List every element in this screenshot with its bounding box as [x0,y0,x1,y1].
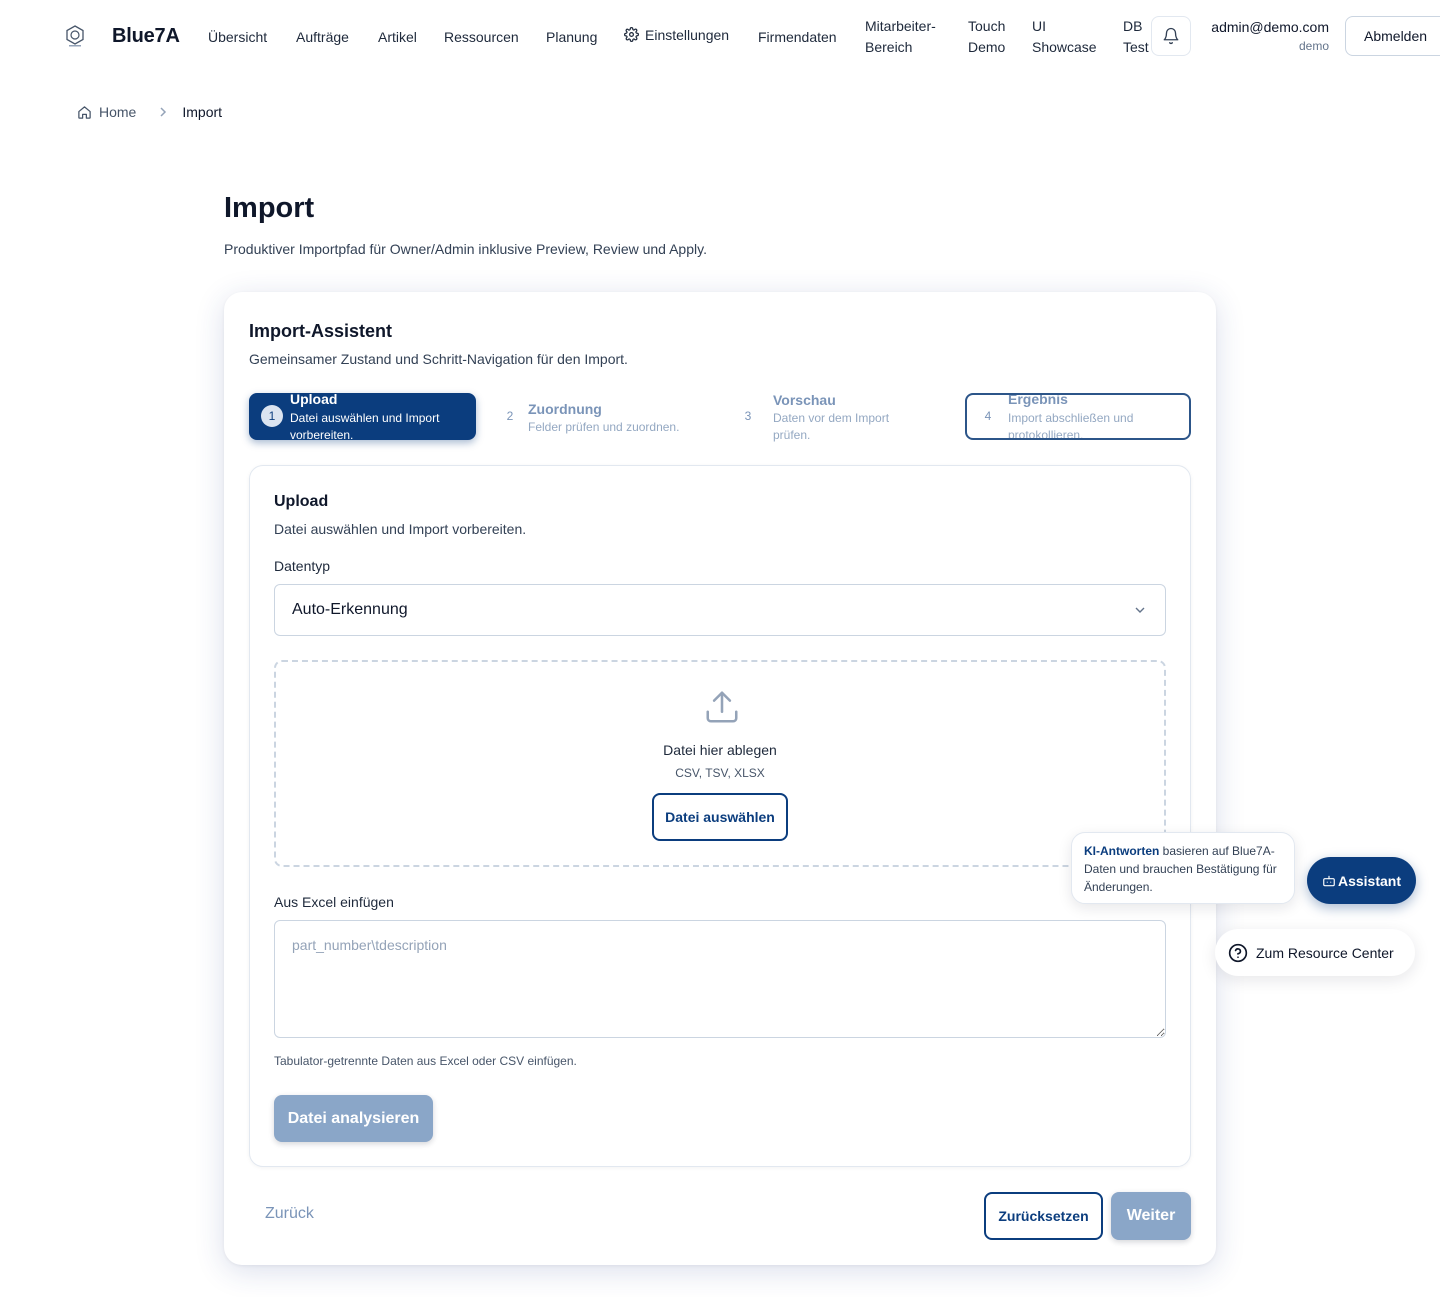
upload-subtitle: Datei auswählen und Import vorbereiten. [274,521,527,537]
bell-icon [1163,27,1179,45]
datatype-label: Datentyp [274,558,331,574]
assistant-button-label: Assistant [1337,872,1402,889]
bot-icon [1323,875,1335,886]
nav-touch-line1: Touch [968,18,1006,34]
wizard-title: Import-Assistent [249,321,393,341]
step-number: 4 [984,409,992,423]
dropzone-text: Datei hier ablegen [663,742,777,758]
nav-touch-line2: Demo [968,39,1006,55]
back-button[interactable]: Zurück [265,1205,314,1223]
step-desc: Daten vor dem Import prüfen. [773,411,890,442]
analyze-file-button[interactable]: Datei analysieren [274,1095,433,1142]
step-title: Upload [290,393,338,407]
excel-paste-textarea[interactable] [274,920,1166,1038]
assistant-button[interactable]: Assistant [1307,857,1416,904]
next-button[interactable]: Weiter [1111,1192,1191,1240]
logo-icon[interactable] [64,24,86,48]
step-desc: Datei auswählen und Import vorbereiten. [290,411,440,440]
datatype-select-value: Auto-Erkennung [292,601,408,618]
datatype-select[interactable]: Auto-Erkennung [274,584,1166,636]
step-number: 1 [261,405,283,427]
breadcrumb-home-label: Home [99,104,137,120]
file-dropzone[interactable]: Datei hier ablegen CSV, TSV, XLSX Datei … [274,660,1166,867]
step-zuordnung[interactable]: 2 Zuordnung Felder prüfen und zuordnen. [487,393,714,440]
breadcrumb-current: Import [182,104,223,120]
help-circle-icon [1228,943,1248,962]
nav-planung[interactable]: Planung [546,27,597,48]
nav-einstellungen-label: Einstellungen [645,27,730,43]
resource-center-button[interactable]: Zum Resource Center [1215,929,1415,976]
upload-icon [706,691,738,723]
dropzone-filetypes: CSV, TSV, XLSX [675,766,765,780]
nav-ui-line1: UI [1032,18,1046,34]
home-icon [78,105,91,119]
gear-icon [624,27,639,42]
step-title: Vorschau [773,393,836,408]
user-email: admin@demo.com [1211,19,1329,35]
import-wizard-card: Import-Assistent Gemeinsamer Zustand und… [224,292,1216,1265]
nav-ui-showcase[interactable]: UI Showcase [1032,16,1097,58]
step-upload[interactable]: 1 Upload Datei auswählen und Import vorb… [249,393,476,440]
user-role: demo [1298,39,1329,53]
nav-touch-demo[interactable]: Touch Demo [968,16,1005,58]
page-title: Import [224,192,315,224]
nav-firmendaten[interactable]: Firmendaten [758,27,837,48]
notifications-button[interactable] [1151,16,1191,56]
wizard-subtitle: Gemeinsamer Zustand und Schritt-Navigati… [249,351,628,367]
chevron-down-icon [1135,607,1145,613]
step-ergebnis[interactable]: 4 Ergebnis Import abschließen und protok… [965,393,1191,440]
nav-db-line2: Test [1123,39,1149,55]
nav-mitarbeiter-line2: Bereich [865,39,913,55]
resource-center-label: Zum Resource Center [1256,944,1394,961]
upload-title: Upload [274,493,329,510]
breadcrumb: Home Import [77,104,222,120]
ai-disclaimer-bold: KI-Antworten [1084,844,1160,858]
nav-einstellungen[interactable]: Einstellungen [624,25,729,46]
page-subtitle: Produktiver Importpfad für Owner/Admin i… [224,241,707,257]
chevron-right-icon [158,106,168,118]
ai-disclaimer-bubble: KI-Antworten basieren auf Blue7A-Daten u… [1071,832,1295,904]
nav-db-test[interactable]: DB Test [1123,16,1149,58]
nav-mitarbeiter-line1: Mitarbeiter- [865,18,936,34]
logout-button[interactable]: Abmelden [1345,16,1440,56]
step-vorschau[interactable]: 3 Vorschau Daten vor dem Import prüfen. [725,393,952,445]
nav-artikel[interactable]: Artikel [378,27,417,48]
brand-name[interactable]: Blue7A [112,25,180,48]
paste-label: Aus Excel einfügen [274,894,394,910]
nav-uebersicht[interactable]: Übersicht [208,27,267,48]
nav-ui-line2: Showcase [1032,39,1097,55]
step-desc: Import abschließen und protokollieren. [1008,411,1134,440]
step-title: Zuordnung [528,401,602,417]
step-number: 2 [506,409,514,423]
top-header: Blue7A Übersicht Aufträge Artikel Ressou… [0,0,1440,74]
nav-ressourcen[interactable]: Ressourcen [444,27,519,48]
paste-hint: Tabulator-getrennte Daten aus Excel oder… [274,1054,577,1068]
step-title: Ergebnis [1008,393,1068,407]
upload-panel: Upload Datei auswählen und Import vorber… [249,465,1191,1167]
step-number: 3 [744,409,752,423]
step-desc: Felder prüfen und zuordnen. [528,420,680,434]
nav-mitarbeiter-bereich[interactable]: Mitarbeiter- Bereich [865,16,936,58]
breadcrumb-home[interactable]: Home [77,104,136,120]
reset-button[interactable]: Zurücksetzen [984,1192,1103,1240]
nav-db-line1: DB [1123,18,1143,34]
nav-auftraege[interactable]: Aufträge [296,27,349,48]
choose-file-button[interactable]: Datei auswählen [652,793,788,841]
